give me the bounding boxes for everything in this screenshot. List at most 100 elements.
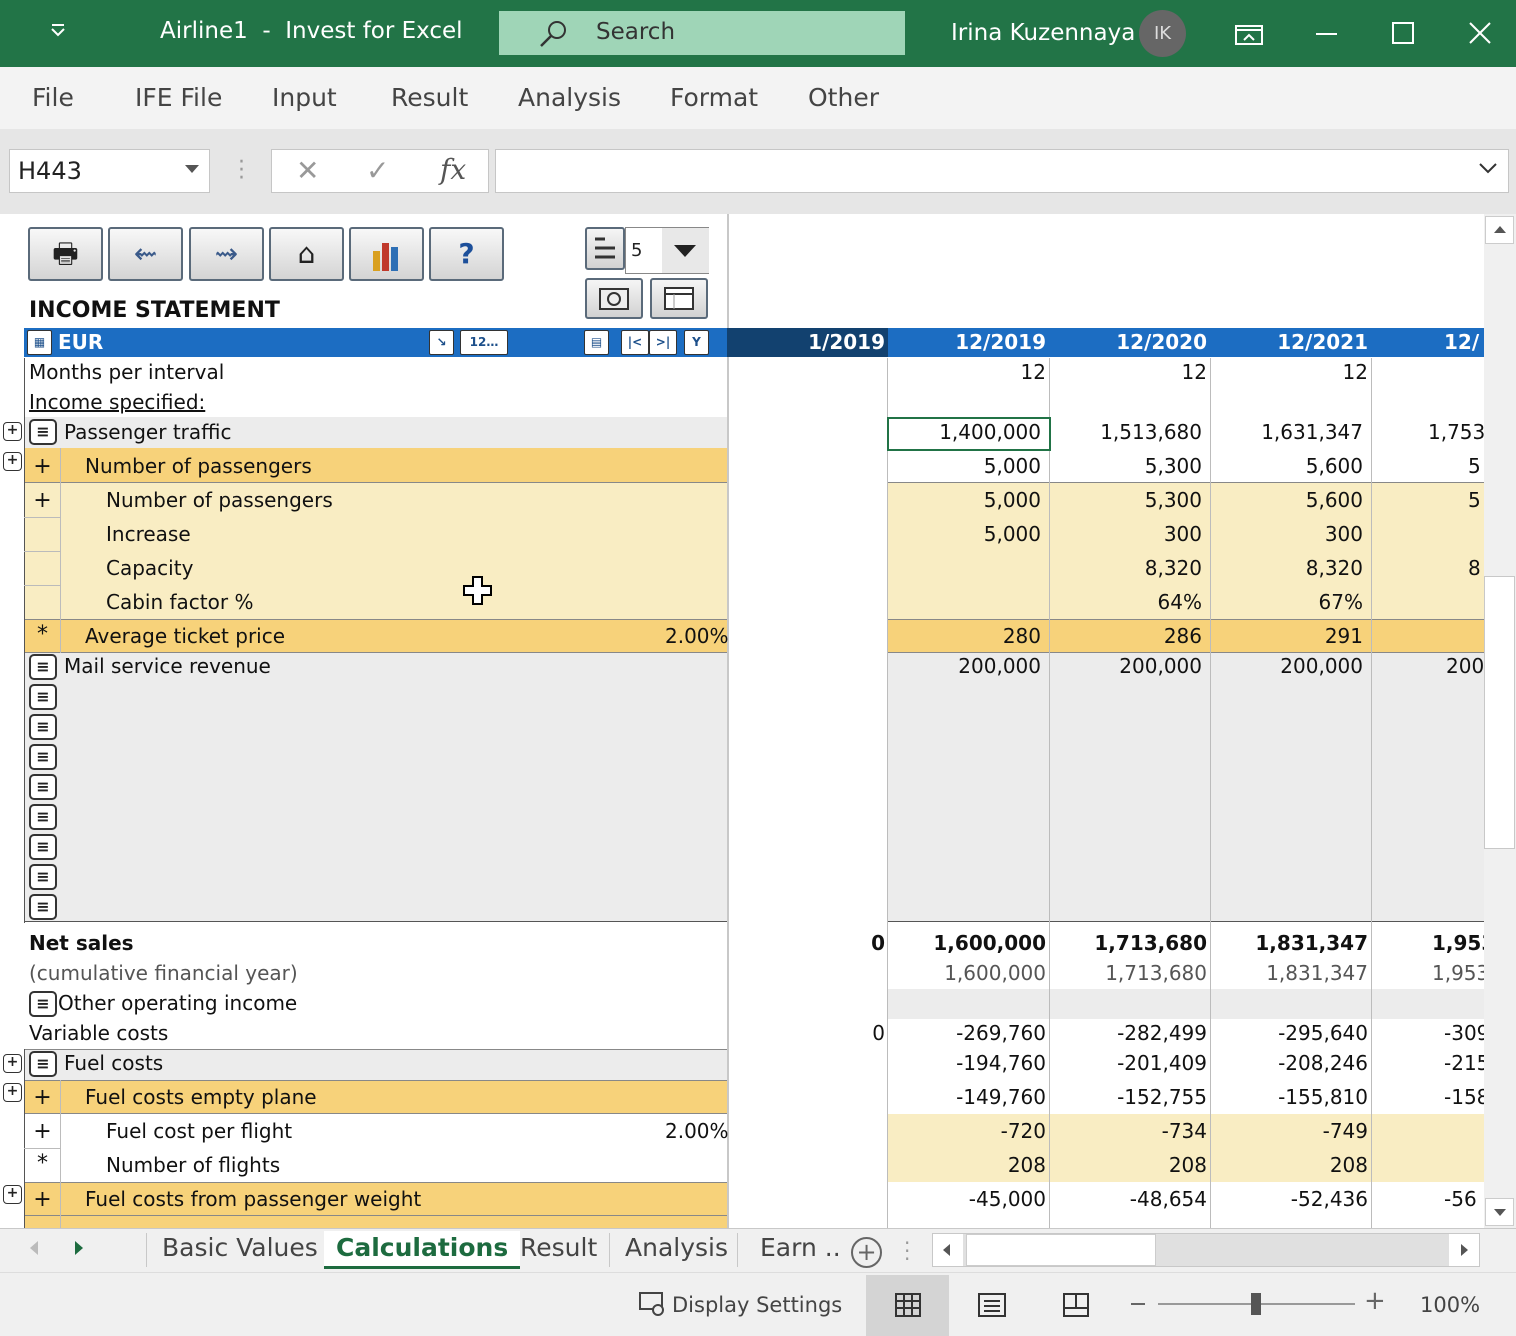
cell-value[interactable]: -152,755 — [1051, 1085, 1207, 1109]
worksheet[interactable]: 🖶 ⇜ ⇝ ⌂ ? 5 INCOME STATEMENT ▦ EUR ↘ 12…… — [0, 214, 1484, 1228]
growth-rate[interactable]: 2.00% — [665, 624, 729, 648]
cell-value[interactable]: -201,409 — [1051, 1051, 1207, 1075]
cell-value[interactable]: 5 — [1468, 454, 1481, 478]
cell-value[interactable]: -295,640 — [1212, 1021, 1368, 1045]
normal-view-button[interactable] — [866, 1275, 949, 1336]
minimize-icon[interactable] — [1306, 14, 1346, 54]
zoom-slider-handle[interactable] — [1251, 1293, 1261, 1315]
cell-value[interactable]: 291 — [1212, 624, 1363, 648]
cell-value[interactable]: 208 — [1051, 1153, 1207, 1177]
user-name[interactable]: Irina Kuzennaya — [951, 20, 1135, 46]
tab-basic-values[interactable]: Basic Values — [162, 1231, 318, 1269]
display-settings-button[interactable]: Display Settings — [672, 1293, 842, 1317]
cell-value[interactable]: 1,713,680 — [1051, 961, 1207, 985]
row-menu-icon[interactable]: ≡ — [29, 1051, 57, 1077]
cell-value[interactable]: 12 — [890, 360, 1046, 384]
cell-value[interactable]: -158 — [1444, 1085, 1484, 1109]
tab-scroll-right-icon[interactable] — [75, 1241, 83, 1255]
red-arrow-icon[interactable]: ↘ — [429, 330, 454, 355]
menu-analysis[interactable]: Analysis — [518, 83, 621, 112]
cell-value[interactable]: 5,300 — [1051, 454, 1202, 478]
cell-value[interactable]: -720 — [890, 1119, 1046, 1143]
cell-value[interactable]: -309 — [1444, 1021, 1484, 1045]
cell-value[interactable]: -56 — [1444, 1187, 1477, 1211]
print-button[interactable]: 🖶 — [28, 227, 103, 281]
cell-value[interactable]: -45,000 — [890, 1187, 1046, 1211]
menu-file[interactable]: File — [32, 83, 74, 112]
row-menu-icon[interactable]: ≡ — [29, 991, 57, 1017]
cell-value[interactable]: 5,000 — [890, 522, 1041, 546]
menu-input[interactable]: Input — [272, 83, 337, 112]
cell-value[interactable]: 8 — [1468, 556, 1481, 580]
vertical-scrollbar[interactable] — [1484, 214, 1516, 1228]
tab-earnings[interactable]: Earn ... — [760, 1231, 838, 1269]
cell-value[interactable]: 5 — [1468, 488, 1481, 512]
cell-value[interactable]: 1,600,000 — [890, 931, 1046, 955]
home-button[interactable]: ⌂ — [269, 227, 344, 281]
cell-value[interactable]: 5,300 — [1051, 488, 1202, 512]
cell-value[interactable]: 300 — [1212, 522, 1363, 546]
zoom-out-icon[interactable] — [1131, 1303, 1145, 1305]
expand-formula-icon[interactable] — [1478, 156, 1498, 181]
cell-value[interactable]: 64% — [1051, 590, 1202, 614]
first-column-icon[interactable]: |< — [621, 330, 649, 355]
cell-value[interactable]: 5,600 — [1212, 454, 1363, 478]
cell-value[interactable]: -48,654 — [1051, 1187, 1207, 1211]
cancel-icon[interactable]: ✕ — [296, 154, 319, 187]
insert-function-button[interactable]: fx — [440, 153, 466, 186]
cell-value[interactable]: -149,760 — [890, 1085, 1046, 1109]
filter-icon[interactable]: Y — [684, 330, 709, 355]
scroll-left-icon[interactable] — [933, 1234, 963, 1266]
tab-splitter-icon[interactable]: · · · — [904, 1233, 910, 1269]
row-menu-icon[interactable]: ≡ — [29, 684, 57, 710]
cell-value[interactable]: 0 — [729, 1021, 885, 1045]
page-layout-button[interactable] — [951, 1275, 1034, 1336]
drag-handle-icon[interactable]: · · · — [238, 152, 245, 190]
last-column-icon[interactable]: >| — [649, 330, 677, 355]
cell-value[interactable]: 5,000 — [890, 488, 1041, 512]
cell-value[interactable]: 12 — [1212, 360, 1368, 384]
cell-value[interactable]: 8,320 — [1212, 556, 1363, 580]
cell-value[interactable]: 5,000 — [890, 454, 1041, 478]
expand-icon[interactable]: + — [3, 1054, 22, 1073]
row-menu-icon[interactable]: ≡ — [29, 834, 57, 860]
help-button[interactable]: ? — [429, 227, 504, 281]
menu-format[interactable]: Format — [670, 83, 758, 112]
page-break-preview-button[interactable] — [1034, 1275, 1117, 1336]
name-box[interactable]: H443 — [9, 149, 210, 193]
formula-input[interactable] — [495, 149, 1509, 193]
search-box[interactable]: Search — [499, 11, 905, 55]
page-icon[interactable]: ▤ — [584, 330, 609, 355]
cell-value[interactable]: -749 — [1212, 1119, 1368, 1143]
cell-value[interactable]: -208,246 — [1212, 1051, 1368, 1075]
zoom-in-icon[interactable]: + — [1364, 1286, 1386, 1316]
cell-value[interactable]: 200,000 — [1051, 654, 1202, 678]
tab-scroll-left-icon[interactable] — [30, 1241, 38, 1255]
enter-icon[interactable]: ✓ — [366, 154, 389, 187]
cell-value[interactable]: -282,499 — [1051, 1021, 1207, 1045]
tab-analysis[interactable]: Analysis — [625, 1231, 728, 1269]
row-menu-icon[interactable]: ≡ — [29, 419, 57, 445]
currency-options-icon[interactable]: ▦ — [27, 330, 52, 355]
cell-value[interactable]: 1,631,347 — [1212, 420, 1363, 444]
cell-value[interactable]: 1,600,000 — [890, 961, 1046, 985]
close-icon[interactable] — [1460, 14, 1500, 54]
expand-icon[interactable]: + — [3, 1185, 22, 1204]
cell-value[interactable]: -194,760 — [890, 1051, 1046, 1075]
ribbon-display-icon[interactable] — [1228, 14, 1268, 54]
expand-icon[interactable]: + — [3, 452, 22, 471]
scroll-up-icon[interactable] — [1485, 216, 1514, 244]
cell-value[interactable]: 200 — [1446, 654, 1484, 678]
cell-value[interactable]: 208 — [890, 1153, 1046, 1177]
cell-value[interactable]: 300 — [1051, 522, 1202, 546]
name-box-dropdown-icon[interactable] — [185, 165, 199, 173]
cell-value[interactable]: 200,000 — [890, 654, 1041, 678]
scroll-down-icon[interactable] — [1485, 1198, 1514, 1226]
growth-rate[interactable]: 2.00% — [665, 1119, 729, 1143]
row-menu-icon[interactable]: ≡ — [29, 744, 57, 770]
tab-calculations[interactable]: Calculations — [324, 1231, 521, 1269]
cell-value[interactable]: -734 — [1051, 1119, 1207, 1143]
horizontal-scroll-thumb[interactable] — [966, 1234, 1156, 1266]
level-select[interactable]: 5 — [625, 227, 709, 274]
cell-value[interactable]: 200,000 — [1212, 654, 1363, 678]
